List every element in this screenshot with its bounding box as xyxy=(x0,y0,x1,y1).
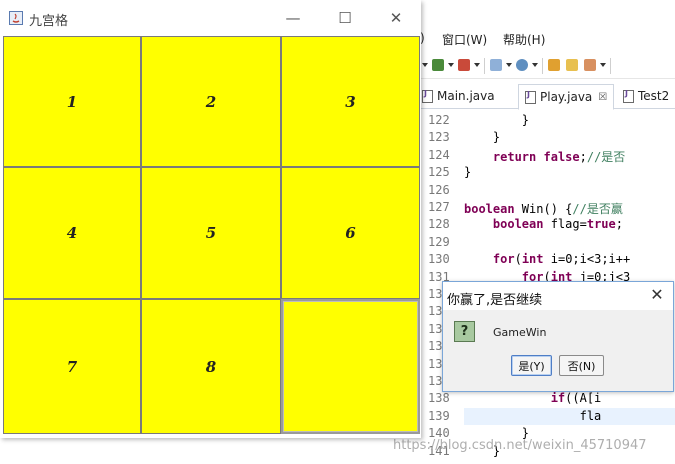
puzzle-grid: 123 456 78 xyxy=(3,36,420,434)
line-number: 127 xyxy=(428,200,450,214)
java-app-icon xyxy=(9,11,23,25)
grid-cell-4[interactable]: 4 xyxy=(3,167,141,299)
menu-item-help[interactable]: 帮助(H) xyxy=(503,31,545,48)
menu-item-window[interactable]: 窗口(W) xyxy=(442,31,487,48)
tab-play-java[interactable]: Play.java ☒ xyxy=(518,84,615,110)
dropdown-arrow-icon[interactable] xyxy=(448,63,454,67)
toolbar-separator xyxy=(484,58,485,74)
no-button[interactable]: 否(N) xyxy=(559,355,604,376)
dropdown-arrow-icon[interactable] xyxy=(600,63,606,67)
line-number: 124 xyxy=(428,147,450,162)
run-config-icon[interactable] xyxy=(490,59,502,71)
external-tools-icon[interactable] xyxy=(516,59,528,71)
line-number: 129 xyxy=(428,234,450,249)
line-number: 122 xyxy=(428,113,450,127)
line-number: 138 xyxy=(428,391,450,406)
dialog-close-button[interactable]: ✕ xyxy=(647,285,667,304)
line-number: 125 xyxy=(428,165,450,180)
dropdown-arrow-icon[interactable] xyxy=(506,63,512,67)
window-title: 九宫格 xyxy=(29,14,69,29)
tab-test2[interactable]: Test2 xyxy=(623,84,669,108)
grid-cell-8[interactable]: 8 xyxy=(141,299,281,434)
new-server-icon[interactable] xyxy=(432,59,444,71)
grid-cell-3[interactable]: 3 xyxy=(281,36,420,167)
title-bar: 九宫格 — ☐ ✕ xyxy=(0,0,421,36)
grid-cell-9[interactable] xyxy=(281,299,420,434)
win-dialog: 你赢了,是否继续 ✕ ? GameWin 是(Y) 否(N) xyxy=(442,281,674,392)
dropdown-arrow-icon[interactable] xyxy=(474,63,480,67)
line-number: 128 xyxy=(428,217,450,232)
code-line: return false;//是否 xyxy=(492,149,626,164)
grid-cell-1[interactable]: 1 xyxy=(3,36,141,167)
dropdown-arrow-icon[interactable] xyxy=(422,63,428,67)
code-line: boolean Win() {//是否赢 xyxy=(464,202,623,216)
yes-button[interactable]: 是(Y) xyxy=(511,355,552,376)
grid-cell-5[interactable]: 5 xyxy=(141,167,281,299)
brush-icon[interactable] xyxy=(584,59,596,71)
toolbar xyxy=(420,54,675,79)
maximize-button[interactable]: ☐ xyxy=(325,4,365,32)
tab-label: Main.java xyxy=(437,89,495,103)
tab-main-java[interactable]: Main.java xyxy=(422,84,495,108)
line-number: 130 xyxy=(428,252,450,267)
toolbar-separator xyxy=(610,58,611,74)
close-button[interactable]: ✕ xyxy=(376,4,416,32)
code-line: } xyxy=(464,130,501,145)
menu-bar: ) 窗口(W) 帮助(H) xyxy=(420,28,675,50)
code-line: for(int i=0;i<3;i++ xyxy=(492,252,631,267)
code-line: } xyxy=(464,113,530,127)
tab-label: Play.java xyxy=(540,90,593,104)
code-line: boolean flag=true; xyxy=(492,217,623,232)
grid-cell-2[interactable]: 2 xyxy=(141,36,281,167)
open-folder-icon[interactable] xyxy=(566,59,578,71)
java-file-icon xyxy=(623,89,634,103)
editor-tabs: Main.java Play.java ☒ Test2 xyxy=(420,84,675,110)
toolbar-separator xyxy=(542,58,543,74)
code-line: if((A[i xyxy=(550,391,602,406)
java-file-icon xyxy=(525,90,536,104)
code-line: } xyxy=(464,165,472,180)
code-line: fla xyxy=(464,408,602,423)
new-package-icon[interactable] xyxy=(548,59,560,71)
debug-server-icon[interactable] xyxy=(458,59,470,71)
dialog-message: GameWin xyxy=(493,326,547,339)
tab-label: Test2 xyxy=(638,89,670,103)
question-icon: ? xyxy=(454,321,475,342)
watermark: https://blog.csdn.net/weixin_45710947 xyxy=(393,438,647,453)
dialog-title: 你赢了,是否继续 xyxy=(447,293,543,308)
line-number: 123 xyxy=(428,130,450,145)
minimize-button[interactable]: — xyxy=(273,4,313,32)
dropdown-arrow-icon[interactable] xyxy=(532,63,538,67)
line-number: 139 xyxy=(428,408,450,423)
grid-cell-7[interactable]: 7 xyxy=(3,299,141,434)
tab-close-icon[interactable]: ☒ xyxy=(598,92,607,103)
java-file-icon xyxy=(422,89,433,103)
grid-cell-6[interactable]: 6 xyxy=(281,167,420,299)
game-window: 九宫格 — ☐ ✕ 123 456 78 xyxy=(0,0,421,438)
line-number: 126 xyxy=(428,182,450,197)
dialog-body: ? GameWin 是(Y) 否(N) xyxy=(443,310,673,391)
